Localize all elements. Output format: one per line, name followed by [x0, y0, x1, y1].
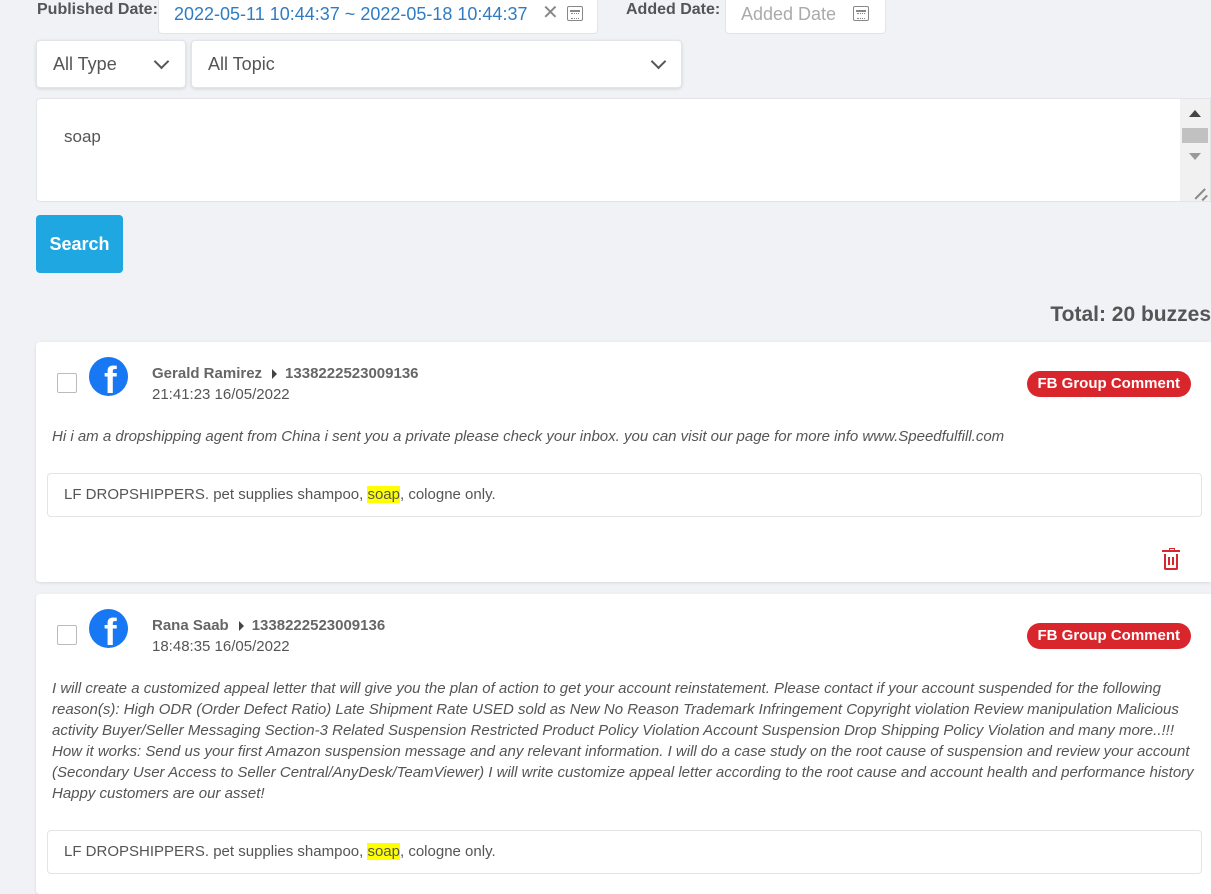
published-date-label: Published Date:: [37, 1, 158, 18]
group-id[interactable]: 1338222523009136: [285, 365, 418, 382]
scroll-up-arrow-icon[interactable]: [1189, 110, 1201, 117]
comment-content: I will create a customized appeal letter…: [52, 680, 1194, 802]
type-select-value: All Type: [53, 54, 117, 74]
result-card: f Rana Saab 1338222523009136 18:48:35 16/…: [36, 594, 1211, 894]
added-date-label: Added Date:: [626, 1, 721, 18]
topic-select[interactable]: All Topic: [191, 40, 682, 88]
search-button[interactable]: Search: [36, 215, 123, 273]
published-date-range-value: 2022-05-11 10:44:37 ~ 2022-05-18 10:44:3…: [174, 4, 528, 24]
select-checkbox[interactable]: [57, 373, 77, 393]
type-badge: FB Group Comment: [1026, 371, 1191, 397]
calendar-icon[interactable]: [853, 6, 869, 21]
result-card: f Gerald Ramirez 1338222523009136 21:41:2…: [36, 342, 1211, 582]
total-count: Total: 20 buzzes: [1050, 303, 1211, 326]
facebook-icon: f: [89, 357, 128, 396]
chevron-down-icon: [650, 53, 667, 70]
group-id[interactable]: 1338222523009136: [252, 617, 385, 634]
scrollbar-thumb[interactable]: [1182, 128, 1208, 143]
published-date-range-picker[interactable]: 2022-05-11 10:44:37 ~ 2022-05-18 10:44:3…: [158, 0, 598, 34]
keyword-highlight: soap: [367, 486, 400, 503]
textarea-scrollbar[interactable]: [1180, 99, 1210, 201]
type-select[interactable]: All Type: [36, 40, 186, 88]
calendar-icon[interactable]: [567, 6, 583, 21]
added-date-placeholder: Added Date: [741, 4, 837, 24]
clear-icon[interactable]: ✕: [542, 3, 559, 23]
caret-right-icon: [238, 620, 244, 631]
caret-right-icon: [272, 368, 278, 379]
post-time: 18:48:35 16/05/2022: [152, 638, 290, 655]
parent-post[interactable]: LF DROPSHIPPERS. pet supplies shampoo, s…: [47, 830, 1202, 874]
keyword-highlight: soap: [367, 843, 400, 860]
parent-post-text: LF DROPSHIPPERS. pet supplies shampoo, s…: [64, 843, 496, 860]
author-line: Rana Saab 1338222523009136: [152, 617, 385, 634]
author-line: Gerald Ramirez 1338222523009136: [152, 365, 419, 382]
author-name[interactable]: Rana Saab: [152, 617, 229, 634]
facebook-icon: f: [89, 609, 128, 648]
trash-icon[interactable]: [1162, 548, 1180, 570]
type-badge: FB Group Comment: [1026, 623, 1191, 649]
comment-content: Hi i am a dropshipping agent from China …: [52, 428, 1005, 445]
author-name[interactable]: Gerald Ramirez: [152, 365, 262, 382]
chevron-down-icon: [153, 53, 170, 70]
scroll-down-arrow-icon[interactable]: [1189, 153, 1201, 160]
added-date-picker[interactable]: Added Date: [725, 0, 886, 34]
keyword-textarea[interactable]: soap: [36, 98, 1211, 202]
post-time: 21:41:23 16/05/2022: [152, 386, 290, 403]
select-checkbox[interactable]: [57, 625, 77, 645]
parent-post-text: LF DROPSHIPPERS. pet supplies shampoo, s…: [64, 486, 496, 503]
resize-handle-icon[interactable]: [1194, 185, 1208, 199]
parent-post[interactable]: LF DROPSHIPPERS. pet supplies shampoo, s…: [47, 473, 1202, 517]
keyword-value: soap: [64, 127, 101, 146]
topic-select-value: All Topic: [208, 54, 275, 74]
